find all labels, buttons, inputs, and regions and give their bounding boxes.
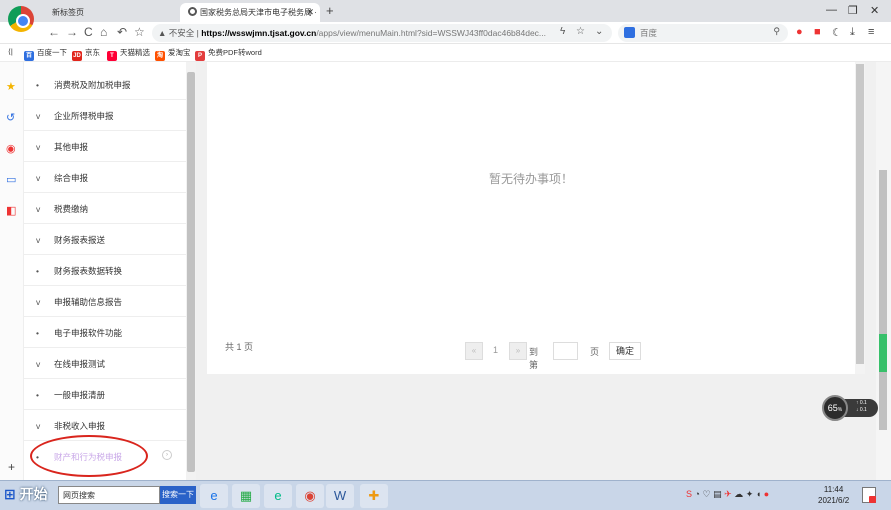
browser-tab-bar: 新标签页 国家税务总局天津市电子税务局 · ✕ + — ❐ ✕ <box>0 0 891 22</box>
confirm-button[interactable]: 确定 <box>609 342 641 360</box>
search-input[interactable]: 百度 ⚲ <box>618 24 788 42</box>
browser-logo-icon <box>8 6 34 32</box>
start-button[interactable]: ⊞ 开始 <box>4 484 58 506</box>
bookmark-taobao[interactable]: 淘爱淘宝 <box>155 47 191 61</box>
search-icon[interactable]: ⚲ <box>773 26 780 37</box>
ie-icon[interactable]: e <box>200 484 228 508</box>
bookmark-tmall[interactable]: T 天猫精选 <box>107 47 150 61</box>
star-icon[interactable]: ★ <box>6 80 16 93</box>
browser-sidebar: ★ ↺ ◉ ▭ ◧ <box>0 62 24 480</box>
tray-network-icon: ▤ <box>713 489 722 499</box>
baidu-icon <box>624 27 635 38</box>
system-clock[interactable]: 11:44 2021/6/2 <box>818 484 849 506</box>
chevron-down-icon[interactable]: ⌄ <box>595 26 603 37</box>
system-tray[interactable]: S ◔ ♡ ▤ ✈ ☁ ✦ ◖ ● <box>686 489 769 500</box>
empty-message: 暂无待办事项！ <box>488 172 573 186</box>
menu-scrollbar[interactable] <box>186 62 196 480</box>
window-icon[interactable]: ▭ <box>6 173 16 186</box>
adblock-icon[interactable]: ■ <box>814 26 821 38</box>
tray-cloud-icon: ☁ <box>734 489 744 499</box>
tab-new-tab[interactable]: 新标签页 <box>44 3 174 22</box>
add-icon[interactable]: + <box>8 460 15 474</box>
current-page[interactable]: 1 <box>493 345 498 355</box>
page-scrollbar-thumb[interactable] <box>879 170 887 430</box>
menu-item[interactable]: • 财务报表数据转换 <box>24 255 186 286</box>
tray-s-icon: S <box>686 489 693 499</box>
reload-icon[interactable]: C <box>84 25 93 39</box>
close-window-button[interactable]: ✕ <box>870 4 879 17</box>
bookmark-star-icon[interactable]: ☆ <box>576 26 585 37</box>
prev-page-button[interactable]: « <box>465 342 483 360</box>
content-scrollbar[interactable] <box>855 62 865 374</box>
expand-circle-icon[interactable]: › <box>162 450 172 460</box>
windows-logo-icon: ⊞ <box>4 486 16 502</box>
tax-menu: • 消费税及附加税申报 v 企业所得税申报 v 其他申报 v 综合申报 v 税费缴纳 v财… <box>24 62 186 480</box>
download-icon[interactable]: ⤓ <box>850 26 855 39</box>
menu-item[interactable]: v 企业所得税申报 <box>24 100 186 131</box>
page-scroll-indicator <box>879 334 887 372</box>
page-total: 共 1 页 <box>225 342 254 352</box>
weibo-icon[interactable]: ◉ <box>6 142 16 155</box>
url-input[interactable]: ▲ 不安全 | https://wsswjmn.tjsat.gov.cn/app… <box>152 24 612 42</box>
restore-button[interactable]: ❐ <box>848 4 858 17</box>
taskbar-search-input[interactable]: 网页搜索 <box>58 486 160 504</box>
bookmark-jd[interactable]: JD 京东 <box>72 47 100 61</box>
menu-item-property-tax[interactable]: • 财产和行为税申报 › <box>24 441 186 472</box>
content-scrollbar-thumb[interactable] <box>856 64 864 364</box>
menu-item[interactable]: v 非税收入申报 <box>24 410 186 441</box>
menu-item[interactable]: v 申报辅助信息报告 <box>24 286 186 317</box>
tray-wifi-icon: ◔ <box>694 489 700 499</box>
lightning-icon[interactable]: ϟ <box>560 26 565 37</box>
menu-item[interactable]: • 电子申报软件功能 <box>24 317 186 348</box>
tray-bluetooth-icon: ✦ <box>745 489 754 499</box>
menu-item[interactable]: v 税费缴纳 <box>24 193 186 224</box>
forward-arrow-icon[interactable]: → <box>66 25 78 39</box>
goto-label: 到第 <box>529 347 539 370</box>
next-page-button[interactable]: » <box>509 342 527 360</box>
edge-icon[interactable]: e <box>264 484 292 508</box>
extension-icon[interactable]: ● <box>796 26 803 38</box>
network-speed-widget[interactable]: ↑ 0.1 ↓ 0.1 65% <box>822 395 878 421</box>
menu-item[interactable]: v 财务报表报送 <box>24 224 186 255</box>
menu-scrollbar-thumb[interactable] <box>187 72 195 472</box>
close-tab-icon[interactable]: ✕ <box>306 7 314 18</box>
tab-tax-bureau[interactable]: 国家税务总局天津市电子税务局 · ✕ <box>180 3 320 22</box>
wps-icon[interactable]: ✚ <box>360 484 388 508</box>
history-icon[interactable]: ↺ <box>6 111 15 124</box>
todo-panel: 暂无待办事项！ 共 1 页 « 1 » 到第 页 确定 <box>207 62 855 374</box>
notification-icon[interactable] <box>862 487 876 503</box>
page-scrollbar[interactable] <box>876 62 891 480</box>
night-mode-icon[interactable]: ☾ <box>832 26 842 39</box>
page-number-input[interactable] <box>553 342 578 360</box>
menu-item[interactable]: • 消费税及附加税申报 <box>24 69 186 100</box>
sidebar-toggle-icon[interactable]: ⟨| <box>8 47 13 56</box>
minimize-button[interactable]: — <box>826 4 837 16</box>
tray-app-icon: ✈ <box>724 489 732 499</box>
app-icon[interactable]: ◧ <box>6 204 16 217</box>
menu-icon[interactable]: ≡ <box>868 26 874 38</box>
menu-item[interactable]: v 其他申报 <box>24 131 186 162</box>
browser-taskbar-icon[interactable]: ◉ <box>296 484 324 508</box>
taskbar: ⊞ 开始 网页搜索 搜索一下 e ▦ e ◉ W ✚ S ◔ ♡ ▤ ✈ ☁ ✦… <box>0 480 891 510</box>
menu-item[interactable]: v 在线申报测试 <box>24 348 186 379</box>
globe-icon <box>188 7 197 16</box>
undo-icon[interactable]: ↶ <box>117 25 127 39</box>
word-icon[interactable]: W <box>326 484 354 508</box>
app-grid-icon[interactable]: ▦ <box>232 484 260 508</box>
tray-volume-icon: ◖ <box>755 489 762 499</box>
tray-shield-icon: ♡ <box>702 489 711 499</box>
home-icon[interactable]: ⌂ <box>100 25 107 39</box>
new-tab-button[interactable]: + <box>326 3 334 18</box>
bookmark-baidu[interactable]: 百百度一下 <box>24 47 67 61</box>
menu-item[interactable]: v 综合申报 <box>24 162 186 193</box>
back-arrow-icon[interactable]: ← <box>48 25 60 39</box>
taskbar-search-button[interactable]: 搜索一下 <box>160 486 196 504</box>
tray-alert-icon: ● <box>763 489 770 499</box>
address-bar-row: ← → C ⌂ ↶ ☆ ▲ 不安全 | https://wsswjmn.tjsa… <box>0 22 891 44</box>
bookmarks-bar: ⟨| 百百度一下 JD 京东 T 天猫精选 淘爱淘宝 P 免费PDF转word <box>0 44 891 62</box>
menu-item[interactable]: • 一般申报清册 <box>24 379 186 410</box>
favorite-star-icon[interactable]: ☆ <box>134 25 145 39</box>
page-unit-label: 页 <box>590 347 600 357</box>
bookmark-pdf[interactable]: P 免费PDF转word <box>195 47 262 61</box>
